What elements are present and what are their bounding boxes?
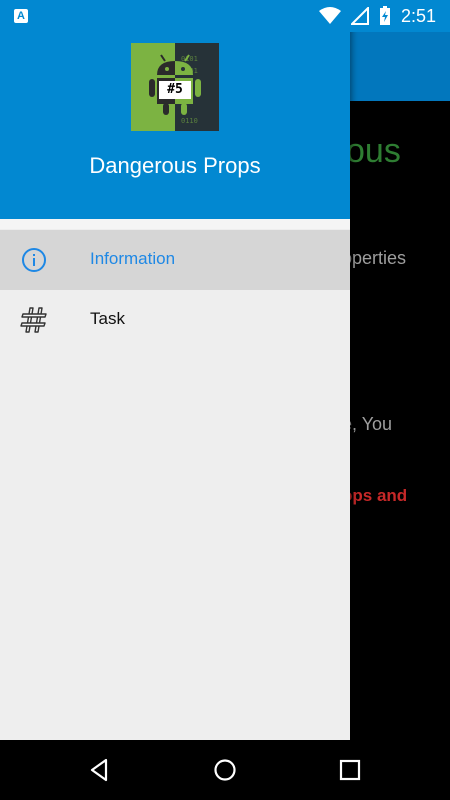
navigation-drawer: 0101 1001 0110 <box>0 0 350 740</box>
svg-text:0101: 0101 <box>181 55 198 63</box>
drawer-item-label: Task <box>90 309 125 328</box>
home-icon[interactable] <box>211 756 239 784</box>
logo-badge-text: #5 <box>167 82 183 97</box>
wifi-icon <box>318 7 341 24</box>
info-icon <box>22 248 46 272</box>
recents-icon[interactable] <box>336 756 364 784</box>
status-clock: 2:51 <box>400 5 436 26</box>
hashtag-icon <box>20 307 47 333</box>
app-logo: 0101 1001 0110 <box>131 43 219 131</box>
drawer-item-label: Information <box>90 249 176 268</box>
background-warning-text: ops and <box>342 486 408 505</box>
drawer-item-information[interactable]: Information <box>0 230 350 290</box>
battery-charging-icon <box>379 6 390 25</box>
svg-text:0110: 0110 <box>181 117 198 125</box>
status-icons: 2:51 <box>318 0 436 32</box>
back-icon[interactable] <box>86 756 114 784</box>
drawer-title: Dangerous Props <box>89 153 261 178</box>
background-text-line: operties <box>342 248 407 268</box>
accessibility-app-icon: A <box>14 9 28 23</box>
header-divider <box>0 219 350 229</box>
status-bar: A 2:51 <box>0 0 450 32</box>
logo-badge: #5 <box>159 81 191 99</box>
background-title: ous <box>346 132 401 170</box>
notification-glyph: A <box>17 10 25 22</box>
drawer-item-task[interactable]: Task <box>0 290 350 350</box>
system-navigation-bar <box>0 740 450 800</box>
drawer-header: 0101 1001 0110 <box>0 32 350 219</box>
cell-signal-icon <box>350 7 369 25</box>
